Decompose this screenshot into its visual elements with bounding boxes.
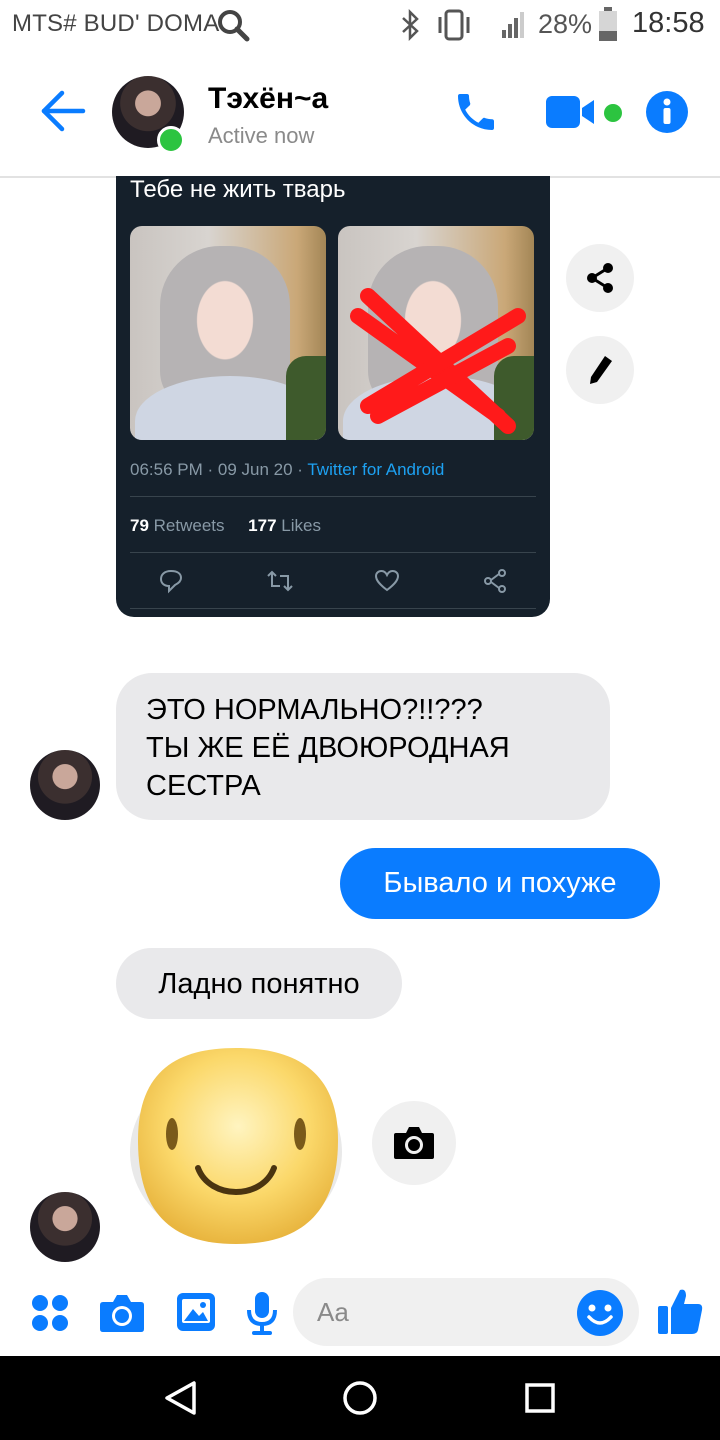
retweet-icon — [267, 570, 293, 592]
tweet-stats: 79 Retweets 177 Likes — [130, 516, 321, 536]
vibrate-icon — [438, 9, 470, 41]
message-bubble-incoming[interactable]: ЭТО НОРМАЛЬНО?!!??? ТЫ ЖЕ ЕЁ ДВОЮРОДНАЯ … — [116, 673, 610, 820]
clock: 18:58 — [632, 7, 705, 39]
camera-icon — [394, 1127, 434, 1159]
reply-icon — [159, 569, 183, 594]
tweet-photo-right[interactable] — [338, 226, 534, 440]
bluetooth-icon — [402, 9, 419, 41]
shared-tweet-screenshot[interactable]: Тебе не жить тварь 06:56 PM · 09 Jun 20 … — [116, 176, 550, 617]
video-active-dot — [604, 104, 622, 122]
info-icon[interactable] — [645, 90, 689, 134]
contact-name[interactable]: Тэхён~a — [208, 82, 328, 116]
edit-button[interactable] — [566, 336, 634, 404]
tweet-divider — [130, 552, 536, 553]
like-heart-icon — [374, 569, 400, 592]
tweet-date: 06:56 PM · 09 Jun 20 · — [130, 460, 308, 479]
battery-percent: 28% — [538, 9, 593, 39]
message-bubble-incoming[interactable]: Ладно понятно — [116, 948, 402, 1019]
share-icon — [587, 263, 613, 293]
tweet-timestamp: 06:56 PM · 09 Jun 20 · Twitter for Andro… — [130, 460, 444, 480]
like-count: 177 — [248, 516, 277, 535]
retweet-label: Retweets — [153, 516, 225, 535]
back-arrow-icon[interactable] — [40, 90, 86, 132]
tweet-photo-left[interactable] — [130, 226, 326, 440]
nav-home-icon[interactable] — [342, 1380, 378, 1416]
nav-back-icon[interactable] — [164, 1380, 198, 1416]
signal-icon — [502, 12, 524, 38]
camera-button-icon[interactable] — [98, 1292, 146, 1334]
active-status-text: Active now — [208, 123, 315, 148]
battery-icon — [599, 7, 617, 41]
contact-avatar[interactable] — [30, 750, 100, 820]
active-status-dot — [157, 126, 185, 154]
thumbs-up-icon[interactable] — [656, 1286, 704, 1336]
video-call-icon[interactable] — [544, 94, 600, 130]
gallery-icon[interactable] — [175, 1291, 217, 1333]
contact-avatar[interactable] — [30, 1192, 100, 1262]
phone-call-icon[interactable] — [452, 88, 500, 136]
status-bar: MTS# BUD' DOMA 28% 18:58 — [0, 0, 720, 50]
retweet-count: 79 — [130, 516, 149, 535]
camera-effects-button[interactable] — [372, 1101, 456, 1185]
apps-menu-icon[interactable] — [30, 1293, 70, 1333]
emoji-icon[interactable] — [576, 1289, 624, 1337]
conversation-header: Тэхён~a Active now — [0, 50, 720, 178]
system-navigation-bar — [0, 1356, 720, 1440]
like-label: Likes — [281, 516, 321, 535]
tweet-share-icon — [484, 569, 506, 593]
carrier-name: MTS# BUD' DOMA — [12, 10, 220, 37]
message-bubble-outgoing[interactable]: Бывало и похуже — [340, 848, 660, 919]
share-button[interactable] — [566, 244, 634, 312]
smiley-sticker[interactable] — [118, 1040, 354, 1256]
nav-recents-icon[interactable] — [524, 1382, 556, 1414]
search-icon — [218, 10, 250, 42]
microphone-icon[interactable] — [246, 1290, 278, 1336]
tweet-divider — [130, 608, 536, 609]
tweet-source: Twitter for Android — [307, 460, 445, 479]
pencil-icon — [590, 356, 612, 384]
tweet-divider — [130, 496, 536, 497]
red-cross-mark — [350, 288, 526, 434]
tweet-text: Тебе не жить тварь — [130, 176, 346, 203]
